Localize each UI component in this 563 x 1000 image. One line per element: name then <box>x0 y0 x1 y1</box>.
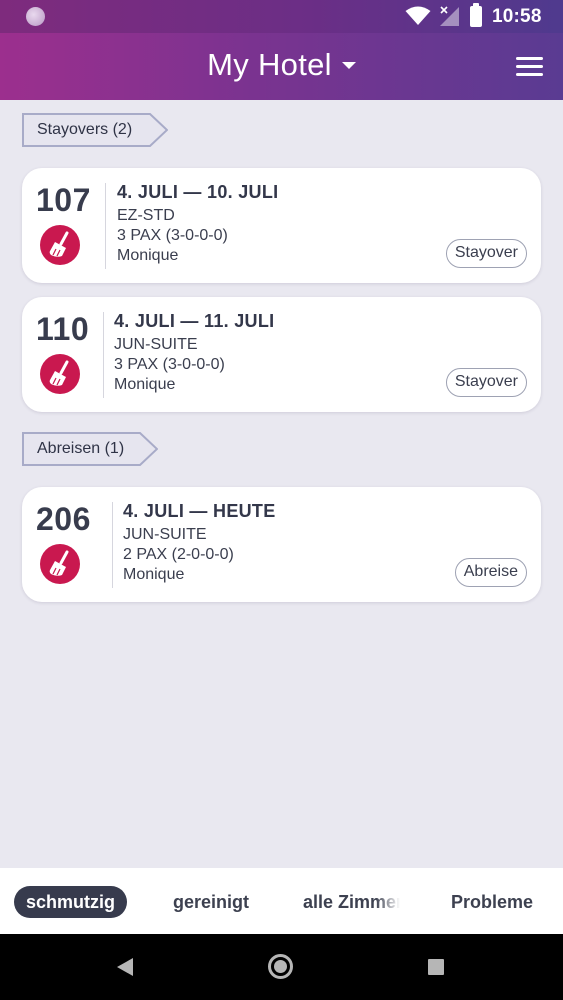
status-badge: Stayover <box>445 368 527 397</box>
room-info: 4. JULI — 10. JULI EZ-STD 3 PAX (3-0-0-0… <box>117 182 278 266</box>
hotel-selector[interactable]: My Hotel <box>0 47 563 83</box>
app-title: My Hotel <box>207 47 332 82</box>
recent-apps-icon[interactable] <box>428 959 444 975</box>
section-label: Stayovers (2) <box>22 113 146 147</box>
guest-count: 3 PAX (3-0-0-0) <box>114 356 225 373</box>
card-divider <box>103 312 104 398</box>
section-tag-abreisen: Abreisen (1) <box>22 432 158 466</box>
stay-dates: 4. JULI — 10. JULI <box>117 182 279 202</box>
room-card[interactable]: 110 4. JULI — 11. JULI JUN-SUITE 3 PAX (… <box>22 297 541 412</box>
guest-count: 3 PAX (3-0-0-0) <box>117 227 228 244</box>
room-number: 107 <box>36 182 91 218</box>
card-divider <box>112 502 113 588</box>
status-badge: Abreise <box>454 558 527 587</box>
tab-alle-zimmer[interactable]: alle Zimmer <box>303 886 400 918</box>
room-type: JUN-SUITE <box>114 336 198 353</box>
section-tag-stayovers: Stayovers (2) <box>22 113 168 147</box>
broom-icon <box>40 544 80 584</box>
assigned-staff: Monique <box>117 247 179 264</box>
caret-down-icon <box>341 61 356 69</box>
bottom-tab-bar: schmutzig gereinigt alle Zimmer Probleme <box>0 868 563 934</box>
stay-dates: 4. JULI — 11. JULI <box>114 311 275 331</box>
hamburger-menu-icon[interactable] <box>516 57 543 77</box>
tag-arrow <box>134 432 158 466</box>
card-divider <box>105 183 106 269</box>
assigned-staff: Monique <box>114 376 176 393</box>
tag-arrow <box>144 113 168 147</box>
room-type: EZ-STD <box>117 207 175 224</box>
status-bar: 10:58 <box>0 0 563 33</box>
back-icon[interactable] <box>117 958 133 976</box>
room-info: 4. JULI — 11. JULI JUN-SUITE 3 PAX (3-0-… <box>114 311 274 395</box>
app-bar: My Hotel <box>0 33 563 100</box>
battery-icon <box>470 3 482 27</box>
tab-gereinigt[interactable]: gereinigt <box>173 886 249 918</box>
room-type: JUN-SUITE <box>123 526 207 543</box>
guest-count: 2 PAX (2-0-0-0) <box>123 546 234 563</box>
assigned-staff: Monique <box>123 566 185 583</box>
room-info: 4. JULI — HEUTE JUN-SUITE 2 PAX (2-0-0-0… <box>123 501 276 585</box>
status-time: 10:58 <box>492 6 542 27</box>
room-card[interactable]: 206 4. JULI — HEUTE JUN-SUITE 2 PAX (2-0… <box>22 487 541 602</box>
broom-icon <box>40 225 80 265</box>
home-icon[interactable] <box>268 954 293 979</box>
broom-icon <box>40 354 80 394</box>
wifi-icon <box>405 6 431 25</box>
status-badge: Stayover <box>445 239 527 268</box>
notification-icon <box>26 7 45 26</box>
tab-schmutzig[interactable]: schmutzig <box>14 886 128 918</box>
system-nav-bar <box>0 934 563 1000</box>
room-number: 110 <box>36 311 90 347</box>
section-label: Abreisen (1) <box>22 432 136 466</box>
room-card[interactable]: 107 4. JULI — 10. JULI EZ-STD 3 PAX (3-0… <box>22 168 541 283</box>
stay-dates: 4. JULI — HEUTE <box>123 501 276 521</box>
room-number: 206 <box>36 501 91 537</box>
tab-probleme[interactable]: Probleme <box>451 886 533 918</box>
signal-icon <box>440 6 459 26</box>
